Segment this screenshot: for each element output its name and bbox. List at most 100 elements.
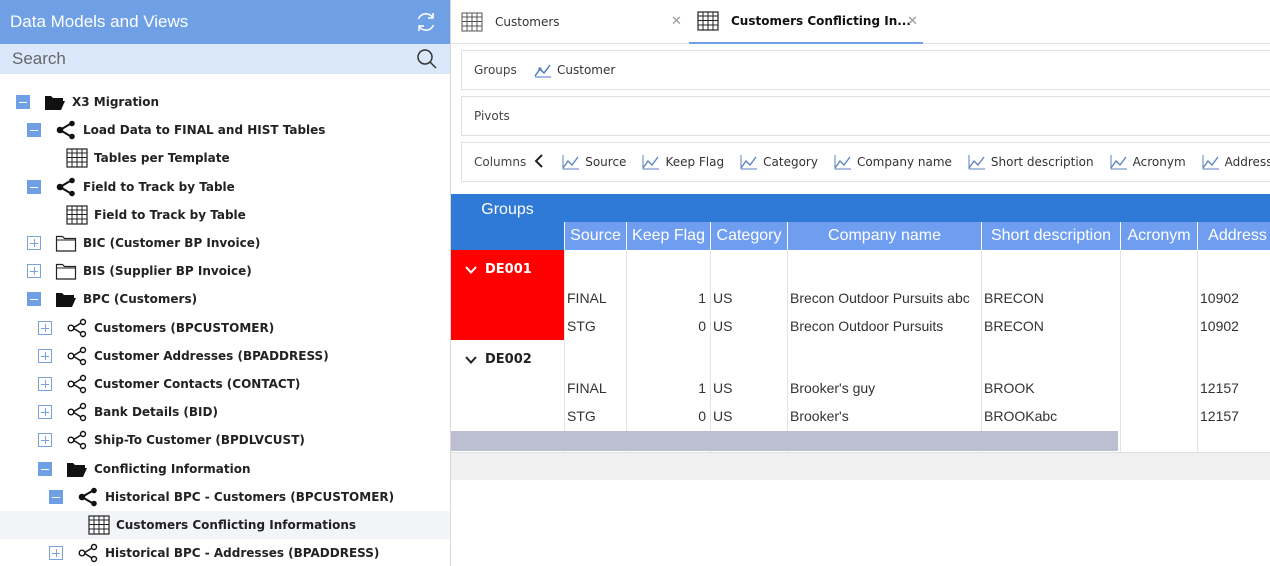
column-header[interactable]: Address	[1197, 222, 1270, 250]
grid-cell[interactable]: BRECON	[981, 312, 1120, 340]
column-chip[interactable]: Keep Flag	[642, 154, 724, 170]
grid-cell[interactable]: 10902	[1197, 284, 1270, 312]
group-cell[interactable]: DE002	[451, 340, 564, 430]
grid-cell[interactable]	[1120, 374, 1197, 402]
search-icon[interactable]	[416, 48, 438, 70]
tree-item[interactable]: Load Data to FINAL and HIST Tables	[27, 116, 325, 144]
column-header[interactable]: Category	[710, 222, 787, 250]
tree-item[interactable]: Tables per Template	[38, 144, 230, 172]
grid-cell[interactable]	[1120, 312, 1197, 340]
collapse-icon[interactable]	[27, 123, 41, 138]
grid-cell[interactable]	[1120, 402, 1197, 430]
grid-cell[interactable]	[1120, 284, 1197, 312]
grid-cell[interactable]: 0	[626, 402, 710, 430]
table-grid-icon	[461, 12, 483, 32]
chevron-left-icon[interactable]	[534, 153, 544, 171]
search-input[interactable]	[12, 49, 392, 69]
expand-icon[interactable]	[27, 236, 41, 250]
tree-item-label: Ship-To Customer (BPDLVCUST)	[94, 433, 305, 448]
grid-cell[interactable]: 12157	[1197, 402, 1270, 430]
grid-cell[interactable]: 12157	[1197, 374, 1270, 402]
tree-item[interactable]: BPC (Customers)	[27, 285, 197, 313]
columns-label: Columns	[474, 155, 527, 169]
tree-item[interactable]: X3 Migration	[16, 88, 159, 116]
grid-cell[interactable]: BROOKabc	[981, 402, 1120, 430]
expand-icon[interactable]	[38, 320, 52, 335]
tree-item[interactable]: Field to Track by Table	[27, 173, 235, 201]
collapse-icon[interactable]	[27, 292, 41, 307]
collapse-icon[interactable]	[16, 95, 30, 109]
column-header[interactable]: Acronym	[1120, 222, 1197, 250]
tree-item[interactable]: Customer Contacts (CONTACT)	[38, 370, 300, 398]
expand-icon[interactable]	[27, 264, 41, 279]
expand-icon[interactable]	[38, 405, 52, 420]
grid-cell[interactable]: Brecon Outdoor Pursuits	[787, 312, 981, 340]
grid-cell[interactable]: US	[710, 402, 787, 430]
group-chip-customer[interactable]: Customer	[534, 62, 615, 78]
grid-cell[interactable]: 1	[626, 374, 710, 402]
grid-cell[interactable]: FINAL	[564, 374, 626, 402]
group-cell[interactable]: DE001	[451, 250, 564, 340]
columns-zone[interactable]: Columns Source Keep Flag Category Company n…	[461, 142, 1270, 182]
column-header[interactable]: Keep Flag	[626, 222, 710, 250]
expand-icon[interactable]	[38, 433, 52, 448]
grid-cell[interactable]: Brooker's	[787, 402, 981, 430]
tree-item[interactable]: Field to Track by Table	[38, 201, 246, 229]
expand-icon[interactable]	[38, 348, 52, 363]
collapse-icon[interactable]	[49, 489, 63, 504]
grid-cell[interactable]: 1	[626, 284, 710, 312]
folder-open-icon	[55, 289, 77, 309]
grid-cell[interactable]: 0	[626, 312, 710, 340]
tab-customers-conflicting[interactable]: Customers Conflicting In... ✕	[689, 0, 923, 44]
tree-item[interactable]: Customers (BPCUSTOMER)	[38, 314, 274, 342]
refresh-icon[interactable]	[414, 10, 438, 34]
grid-cell[interactable]: Brooker's guy	[787, 374, 981, 402]
collapse-icon[interactable]	[38, 461, 52, 476]
tree-item[interactable]: Customers Conflicting Informations	[0, 511, 450, 539]
grid-cell[interactable]: STG	[564, 402, 626, 430]
expand-icon[interactable]	[49, 546, 63, 561]
tree-item[interactable]: Bank Details (BID)	[38, 398, 218, 426]
tab-bar: Customers ✕ Customers Conflicting In... …	[451, 0, 1270, 44]
collapse-icon[interactable]	[27, 179, 41, 194]
tree-item[interactable]: Customer Addresses (BPADDRESS)	[38, 342, 329, 370]
grid-cell[interactable]: Brecon Outdoor Pursuits abc	[787, 284, 981, 312]
chip-label: Company name	[856, 155, 952, 169]
grid-cell[interactable]: BRECON	[981, 284, 1120, 312]
close-icon[interactable]: ✕	[671, 14, 682, 29]
tree-item[interactable]: Ship-To Customer (BPDLVCUST)	[38, 426, 305, 454]
groups-zone[interactable]: Groups Customer	[461, 50, 1270, 90]
column-chip[interactable]: Company name	[834, 154, 952, 170]
column-header[interactable]: Company name	[787, 222, 981, 250]
grid-cell[interactable]: US	[710, 312, 787, 340]
column-chip[interactable]: Address	[1202, 154, 1270, 170]
grid-cell[interactable]: FINAL	[564, 284, 626, 312]
table-grid-icon	[88, 515, 110, 535]
column-header[interactable]: Short description	[981, 222, 1120, 250]
chevron-down-icon[interactable]	[465, 266, 477, 274]
tree-item[interactable]: Historical BPC - Addresses (BPADDRESS)	[49, 539, 379, 566]
column-chip[interactable]: Acronym	[1110, 154, 1186, 170]
pivots-zone[interactable]: Pivots	[461, 96, 1270, 136]
close-icon[interactable]: ✕	[907, 14, 918, 29]
horizontal-scrollbar[interactable]	[451, 431, 1118, 451]
column-header[interactable]: Source	[564, 222, 626, 250]
tree-item[interactable]: BIC (Customer BP Invoice)	[27, 229, 260, 257]
tab-customers[interactable]: Customers ✕	[461, 0, 691, 44]
chevron-down-icon[interactable]	[465, 356, 477, 364]
grid-cell[interactable]: 10902	[1197, 312, 1270, 340]
grid-cell[interactable]: STG	[564, 312, 626, 340]
grid-cell[interactable]: US	[710, 284, 787, 312]
tree-item[interactable]: BIS (Supplier BP Invoice)	[27, 257, 252, 285]
tree-item[interactable]: Historical BPC - Customers (BPCUSTOMER)	[49, 483, 394, 511]
expand-icon[interactable]	[38, 377, 52, 391]
column-chip[interactable]: Source	[562, 154, 626, 170]
chip-label: Source	[585, 155, 627, 169]
column-chip[interactable]: Category	[740, 154, 818, 170]
grid-cell[interactable]: US	[710, 374, 787, 402]
tree-item[interactable]: Conflicting Information	[38, 455, 251, 483]
tree-item-label: BPC (Customers)	[83, 292, 198, 307]
column-chip[interactable]: Short description	[968, 154, 1094, 170]
tree-item-label: Field to Track by Table	[94, 207, 246, 222]
grid-cell[interactable]: BROOK	[981, 374, 1120, 402]
